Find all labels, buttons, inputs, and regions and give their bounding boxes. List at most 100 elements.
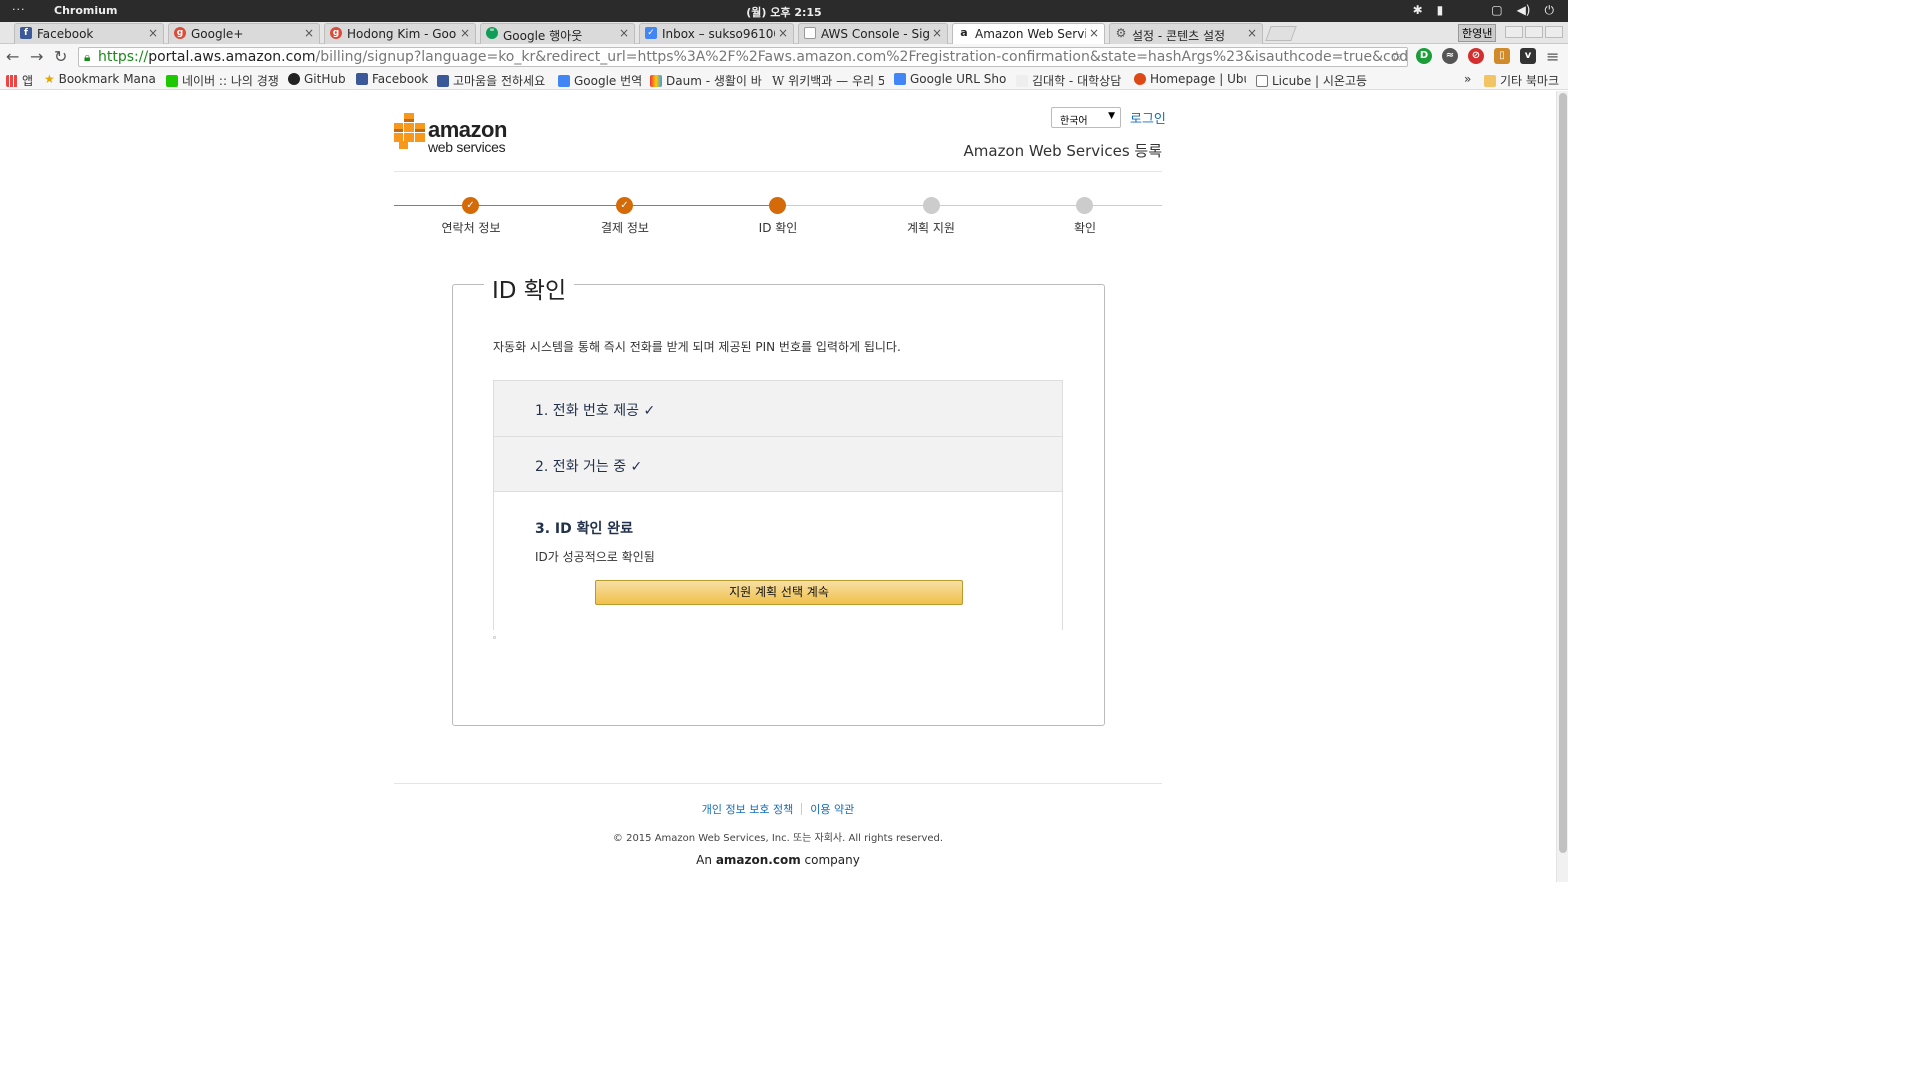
window-icon[interactable]: ▢ [1491,3,1502,18]
ime-badge[interactable]: 한영낸 [1458,24,1497,42]
new-tab-button[interactable] [1265,26,1297,41]
bookmark-item[interactable]: Google URL Shor [894,72,1006,86]
bookmark-item[interactable]: Google 번역 [558,72,642,89]
tab-hodong-kim[interactable]: g Hodong Kim - Googl × [324,23,476,44]
url-scheme: https:// [98,49,149,65]
wikipedia-icon: W [772,74,785,88]
browser-toolbar: ← → ↻ 🔒︎ https://portal.aws.amazon.com/b… [0,44,1568,70]
step-label-confirm: 확인 [1073,221,1097,235]
tab-title: Inbox – sukso96100 [662,27,775,41]
power-icon[interactable]: ⏻ [1545,3,1555,18]
intro-text: 자동화 시스템을 통해 즉시 전화를 받게 되며 제공된 PIN 번호를 입력하… [493,340,901,354]
bookmark-apps[interactable]: 앱 [6,72,33,89]
privacy-policy-link[interactable]: 개인 정보 보호 정책 [702,803,793,816]
bookmark-item[interactable]: W 위키백과 — 우리 5 [772,72,884,89]
volume-icon[interactable]: ◀) [1517,3,1531,18]
maximize-button[interactable] [1525,26,1543,38]
folder-icon [1484,75,1496,87]
close-icon[interactable]: × [1247,26,1257,40]
copyright-text: © 2015 Amazon Web Services, Inc. 또는 자회사.… [612,833,944,844]
google-plus-icon: g [174,27,186,39]
progress-line-done [394,205,778,206]
forward-icon[interactable]: → [30,47,43,66]
verification-step-2: 2. 전화 거는 중 ✓ [494,437,1062,492]
bookmark-item[interactable]: Licube | 시온고등 [1256,72,1368,89]
verification-step-1: 1. 전화 번호 제공 ✓ [494,381,1062,437]
page-scrollbar[interactable] [1556,91,1568,882]
tab-hangouts[interactable]: " Google 행아웃 × [480,23,635,44]
spinner-dot [493,636,496,639]
language-select[interactable]: 한국어 ▼ [1051,107,1121,128]
other-bookmarks-folder[interactable]: 기타 북마크 [1484,72,1559,89]
close-icon[interactable]: × [460,26,470,40]
reload-icon[interactable]: ↻ [54,47,67,66]
header-divider [394,171,1162,172]
tab-title: Facebook [37,27,94,41]
step-label-contact: 연락처 정보 [441,221,501,235]
tab-inbox[interactable]: ✓ Inbox – sukso96100 × [639,23,794,44]
tab-title: Amazon Web Servic [975,27,1086,41]
amazon-icon: a [958,27,970,39]
menu-icon[interactable]: ≡ [1546,47,1559,66]
inbox-icon: ✓ [645,27,657,39]
os-clock[interactable]: (월) 오후 2:15 [0,4,1568,20]
facebook-icon [356,73,368,85]
progress-line-todo [778,205,1162,206]
github-icon [288,73,300,85]
settings-icon[interactable]: ✱ [1413,3,1423,18]
bookmark-item[interactable]: Daum - 생활이 바 [650,72,762,89]
tab-google-plus[interactable]: g Google+ × [168,23,320,44]
minimize-button[interactable] [1505,26,1523,38]
terms-link[interactable]: 이용 약관 [810,803,854,816]
amazon-brand-text: amazon.com [715,853,801,867]
step-current-icon [769,197,786,214]
bookmark-item[interactable]: GitHub [288,72,346,86]
bookmark-item[interactable]: 고마움을 전하세요 [437,72,545,89]
verification-steps: 1. 전화 번호 제공 ✓ 2. 전화 거는 중 ✓ 3. ID 확인 완료 I… [493,380,1063,630]
extension-red-icon[interactable]: ⊘ [1468,48,1484,64]
tab-title: AWS Console - Signu [821,27,929,41]
page-icon [1016,75,1028,87]
bookmark-item[interactable]: Homepage | Ubu [1134,72,1246,86]
bookmark-item[interactable]: ★ Bookmark Manag [44,72,156,86]
close-icon[interactable]: × [619,26,629,40]
back-icon[interactable]: ← [6,47,19,66]
company-suffix: company [804,853,860,867]
close-icon[interactable]: × [778,26,788,40]
page-icon [804,27,816,39]
close-icon[interactable]: × [932,26,942,40]
pocket-icon[interactable]: v [1520,48,1536,64]
extension-green-icon[interactable]: D [1416,48,1432,64]
close-icon[interactable]: × [304,26,314,40]
address-bar[interactable]: 🔒︎ https://portal.aws.amazon.com/billing… [78,47,1408,67]
step-2-label: 2. 전화 거는 중 ✓ [535,459,643,475]
close-icon[interactable]: × [148,26,158,40]
continue-support-plan-button[interactable]: 지원 계획 선택 계속 [595,580,963,605]
tab-amazon-web-services[interactable]: a Amazon Web Servic × [952,23,1105,45]
aws-logo[interactable]: amazon web services [394,107,514,155]
tab-settings-content[interactable]: ⚙ 설정 - 콘텐츠 설정 × [1109,23,1263,44]
step-3-status: ID가 성공적으로 확인됨 [535,550,655,564]
extension-orange-icon[interactable]: ▯ [1494,48,1510,64]
url-path: /billing/signup?language=ko_kr&redirect_… [315,49,1408,65]
tab-aws-console[interactable]: AWS Console - Signu × [798,23,948,44]
login-link[interactable]: 로그인 [1130,108,1166,127]
step-done-icon: ✓ [616,197,633,214]
bookmark-star-icon[interactable]: ☆ [1390,48,1403,66]
os-tray: ✱ ▮ ▢ ◀) ⏻ [1413,3,1554,18]
scrollbar-thumb[interactable] [1559,93,1567,853]
bookmark-item[interactable]: Facebook [356,72,428,86]
clipboard-icon[interactable]: ▮ [1437,3,1444,18]
step-todo-icon [1076,197,1093,214]
footer-links: 개인 정보 보호 정책 이용 약관 [0,801,1556,817]
bookmarks-overflow-button[interactable]: » [1464,72,1471,86]
bookmarks-bar: 앱 ★ Bookmark Manag 네이버 :: 나의 경쟁 GitHub F… [0,70,1568,90]
close-icon[interactable]: × [1089,26,1099,40]
amazon-company-logo: An amazon.com company [0,853,1556,867]
extension-sync-icon[interactable]: ≈ [1442,48,1458,64]
bookmark-item[interactable]: 네이버 :: 나의 경쟁 [166,72,278,89]
facebook-icon: f [20,27,32,39]
tab-facebook[interactable]: f Facebook × [14,23,164,44]
bookmark-item[interactable]: 김대학 - 대학상담 [1016,72,1128,89]
window-close-button[interactable] [1545,26,1563,38]
